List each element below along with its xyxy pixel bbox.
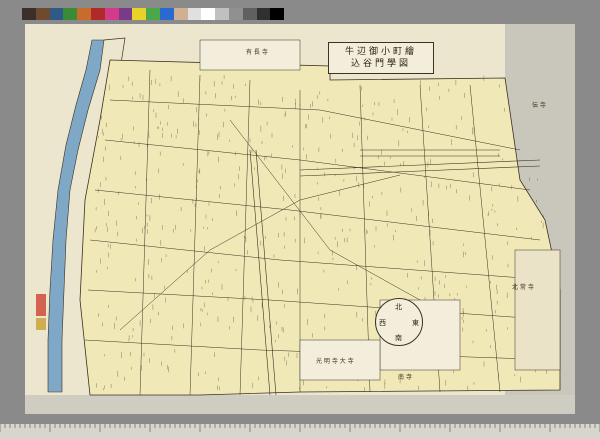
compass-north: 北 <box>395 303 402 311</box>
measurement-ruler <box>0 424 600 439</box>
red-seal-stamp <box>36 294 46 316</box>
temple-ground-4 <box>514 249 561 371</box>
label-bottom-center: 光 明 寺 大 寺 <box>316 358 354 365</box>
compass-east: 東 <box>412 319 419 327</box>
title-line-2: 込谷門學図 <box>350 59 411 69</box>
compass-west: 西 <box>379 319 386 327</box>
title-line-1: 牛辺御小町繪 <box>344 47 417 57</box>
map-drawing <box>25 24 575 414</box>
shaded-margin-bottom <box>25 395 575 414</box>
label-right-mid: 北 常 寺 <box>512 284 534 291</box>
ochre-seal-stamp <box>36 318 46 330</box>
label-bottom-mid: 南 寺 <box>398 374 412 381</box>
compass-south: 南 <box>395 334 402 342</box>
map-title-cartouche: 牛辺御小町繪 込谷門學図 <box>328 42 434 74</box>
ruler-ticks <box>0 424 600 432</box>
label-top-center: 有 長 寺 <box>246 49 268 56</box>
compass-rose: 北 南 東 西 <box>375 298 423 346</box>
label-right-top: 伝 寺 <box>532 102 546 109</box>
